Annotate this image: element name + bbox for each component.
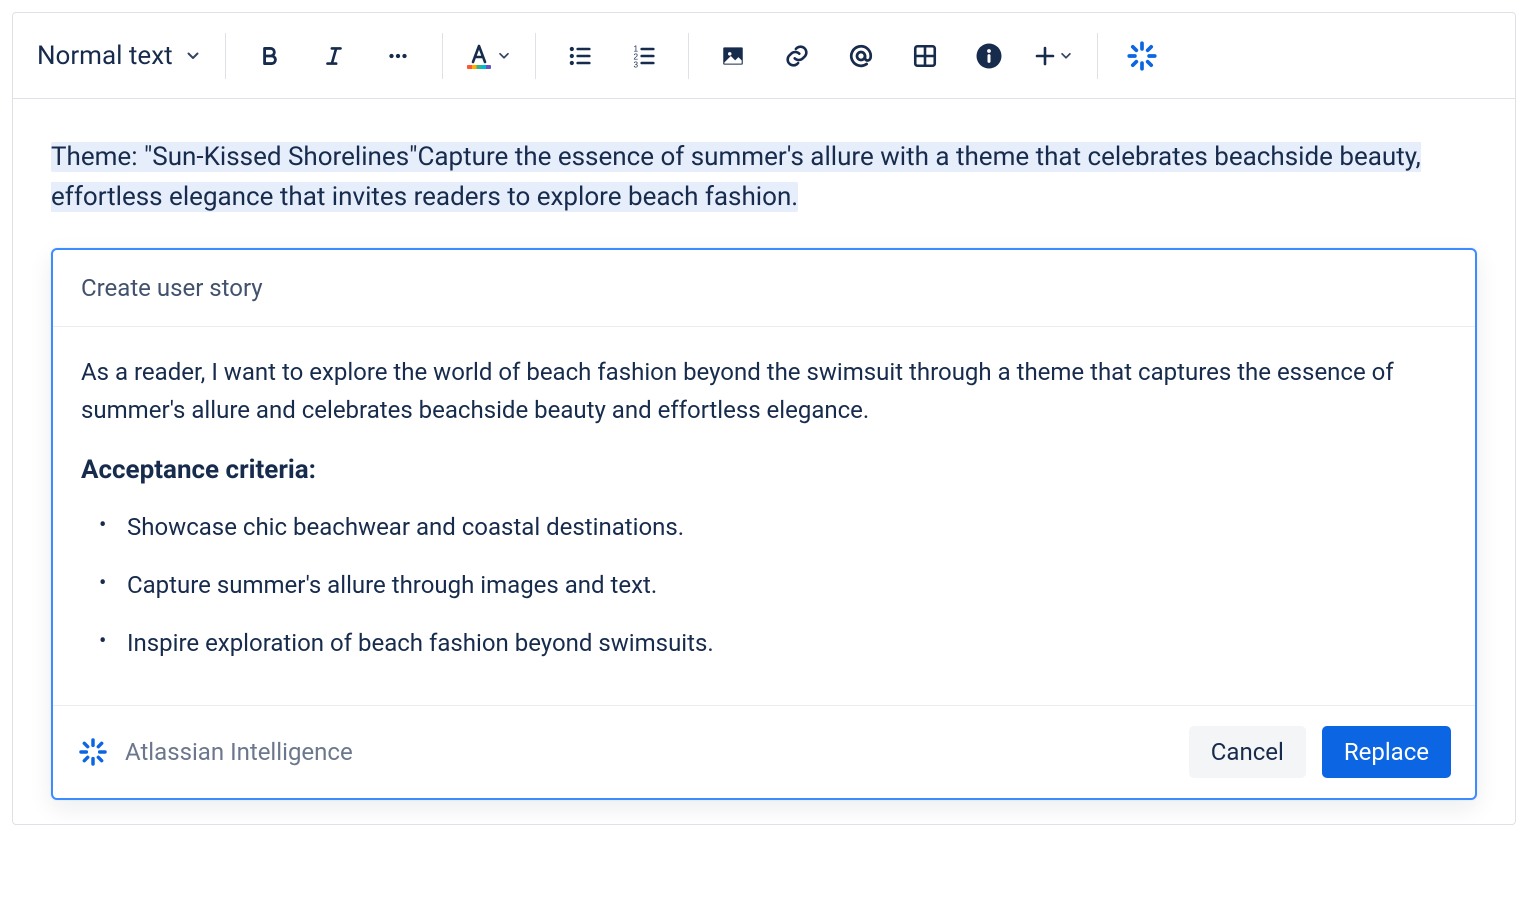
- chevron-down-icon: [497, 49, 511, 63]
- ai-panel-body: As a reader, I want to explore the world…: [53, 327, 1475, 707]
- bullet-list-button[interactable]: [560, 36, 600, 76]
- chevron-down-icon: [185, 48, 201, 64]
- highlighted-text: Theme: "Sun-Kissed Shorelines"Capture th…: [51, 142, 1421, 212]
- ai-brand-label: Atlassian Intelligence: [125, 738, 353, 766]
- editor-content[interactable]: Theme: "Sun-Kissed Shorelines"Capture th…: [13, 99, 1515, 824]
- ai-group: [1122, 36, 1162, 76]
- numbered-list-button[interactable]: 123: [624, 36, 664, 76]
- text-style-label: Normal text: [37, 41, 173, 71]
- cancel-button[interactable]: Cancel: [1189, 726, 1306, 778]
- acceptance-criteria-heading: Acceptance criteria:: [81, 455, 1447, 485]
- atlassian-intelligence-button[interactable]: [1122, 36, 1162, 76]
- theme-paragraph[interactable]: Theme: "Sun-Kissed Shorelines"Capture th…: [51, 137, 1477, 218]
- link-button[interactable]: [777, 36, 817, 76]
- list-item: Showcase chic beachwear and coastal dest…: [99, 509, 1447, 545]
- chevron-down-icon: [1059, 49, 1073, 63]
- text-color-button[interactable]: [467, 43, 511, 69]
- list-group: 123: [560, 36, 664, 76]
- more-formatting-button[interactable]: [378, 36, 418, 76]
- bold-button[interactable]: [250, 36, 290, 76]
- toolbar-divider: [1097, 33, 1098, 79]
- replace-button[interactable]: Replace: [1322, 726, 1451, 778]
- acceptance-criteria-list: Showcase chic beachwear and coastal dest…: [81, 509, 1447, 661]
- ai-panel-footer: Atlassian Intelligence Cancel Replace: [53, 706, 1475, 798]
- insert-more-button[interactable]: [1033, 44, 1073, 68]
- editor-container: Normal text: [12, 12, 1516, 825]
- insert-group: [713, 36, 1073, 76]
- atlassian-intelligence-icon: [77, 736, 109, 768]
- toolbar-divider: [442, 33, 443, 79]
- color-bar-icon: [467, 65, 491, 69]
- info-button[interactable]: [969, 36, 1009, 76]
- text-style-dropdown[interactable]: Normal text: [37, 37, 201, 75]
- toolbar-divider: [688, 33, 689, 79]
- ai-panel: Create user story As a reader, I want to…: [51, 248, 1477, 801]
- table-button[interactable]: [905, 36, 945, 76]
- formatting-group: [250, 36, 418, 76]
- toolbar: Normal text: [13, 13, 1515, 99]
- image-button[interactable]: [713, 36, 753, 76]
- list-item: Capture summer's allure through images a…: [99, 567, 1447, 603]
- toolbar-divider: [535, 33, 536, 79]
- mention-button[interactable]: [841, 36, 881, 76]
- ai-panel-header: Create user story: [53, 250, 1475, 327]
- list-item: Inspire exploration of beach fashion bey…: [99, 625, 1447, 661]
- svg-text:3: 3: [633, 60, 638, 69]
- toolbar-divider: [225, 33, 226, 79]
- user-story-text: As a reader, I want to explore the world…: [81, 353, 1447, 430]
- italic-button[interactable]: [314, 36, 354, 76]
- ai-brand: Atlassian Intelligence: [77, 736, 353, 768]
